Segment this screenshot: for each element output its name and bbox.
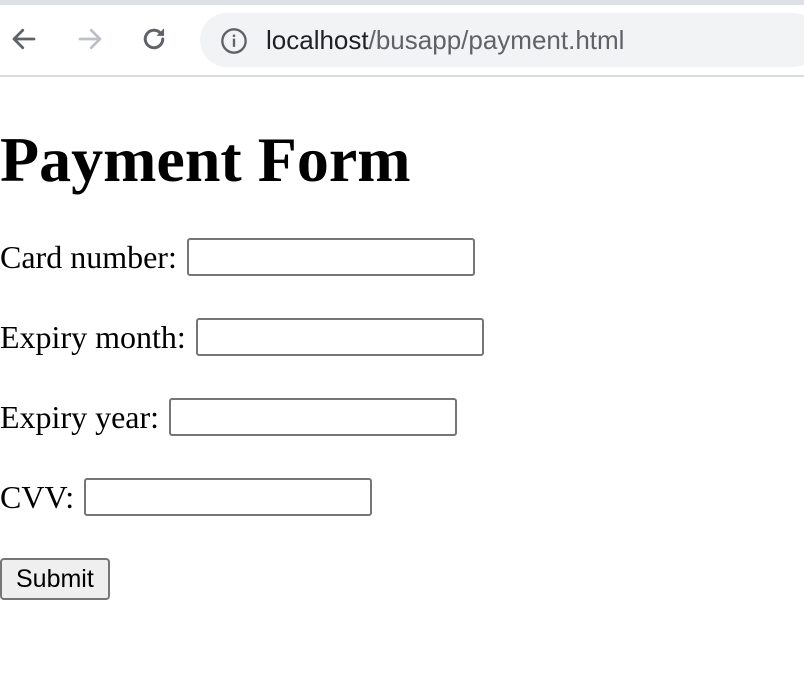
cvv-row: CVV: — [0, 477, 373, 517]
expiry-year-label: Expiry year: — [0, 399, 160, 435]
expiry-month-label: Expiry month: — [0, 319, 186, 355]
back-button[interactable] — [6, 21, 42, 57]
url-path: /busapp/payment.html — [368, 25, 625, 55]
url-text[interactable]: localhost/busapp/payment.html — [266, 25, 624, 55]
arrow-right-icon — [78, 28, 102, 50]
card-number-input[interactable] — [186, 238, 475, 276]
url-host: localhost — [266, 25, 369, 55]
reload-icon — [143, 28, 165, 50]
arrow-left-icon — [12, 28, 36, 50]
cvv-input[interactable] — [84, 478, 373, 516]
submit-button[interactable]: Submit — [0, 558, 110, 600]
address-bar[interactable]: localhost/busapp/payment.html — [200, 13, 804, 67]
card-number-row: Card number: — [0, 237, 475, 277]
expiry-month-row: Expiry month: — [0, 317, 484, 357]
reload-button[interactable] — [136, 21, 172, 57]
expiry-year-input[interactable] — [169, 398, 458, 436]
page-title: Payment Form — [0, 124, 411, 195]
expiry-month-input[interactable] — [195, 318, 484, 356]
card-number-label: Card number: — [0, 239, 177, 275]
expiry-year-row: Expiry year: — [0, 397, 458, 437]
info-icon[interactable] — [220, 27, 248, 55]
forward-button[interactable] — [72, 21, 108, 57]
browser-toolbar: localhost/busapp/payment.html — [0, 5, 804, 77]
cvv-label: CVV: — [0, 479, 75, 515]
